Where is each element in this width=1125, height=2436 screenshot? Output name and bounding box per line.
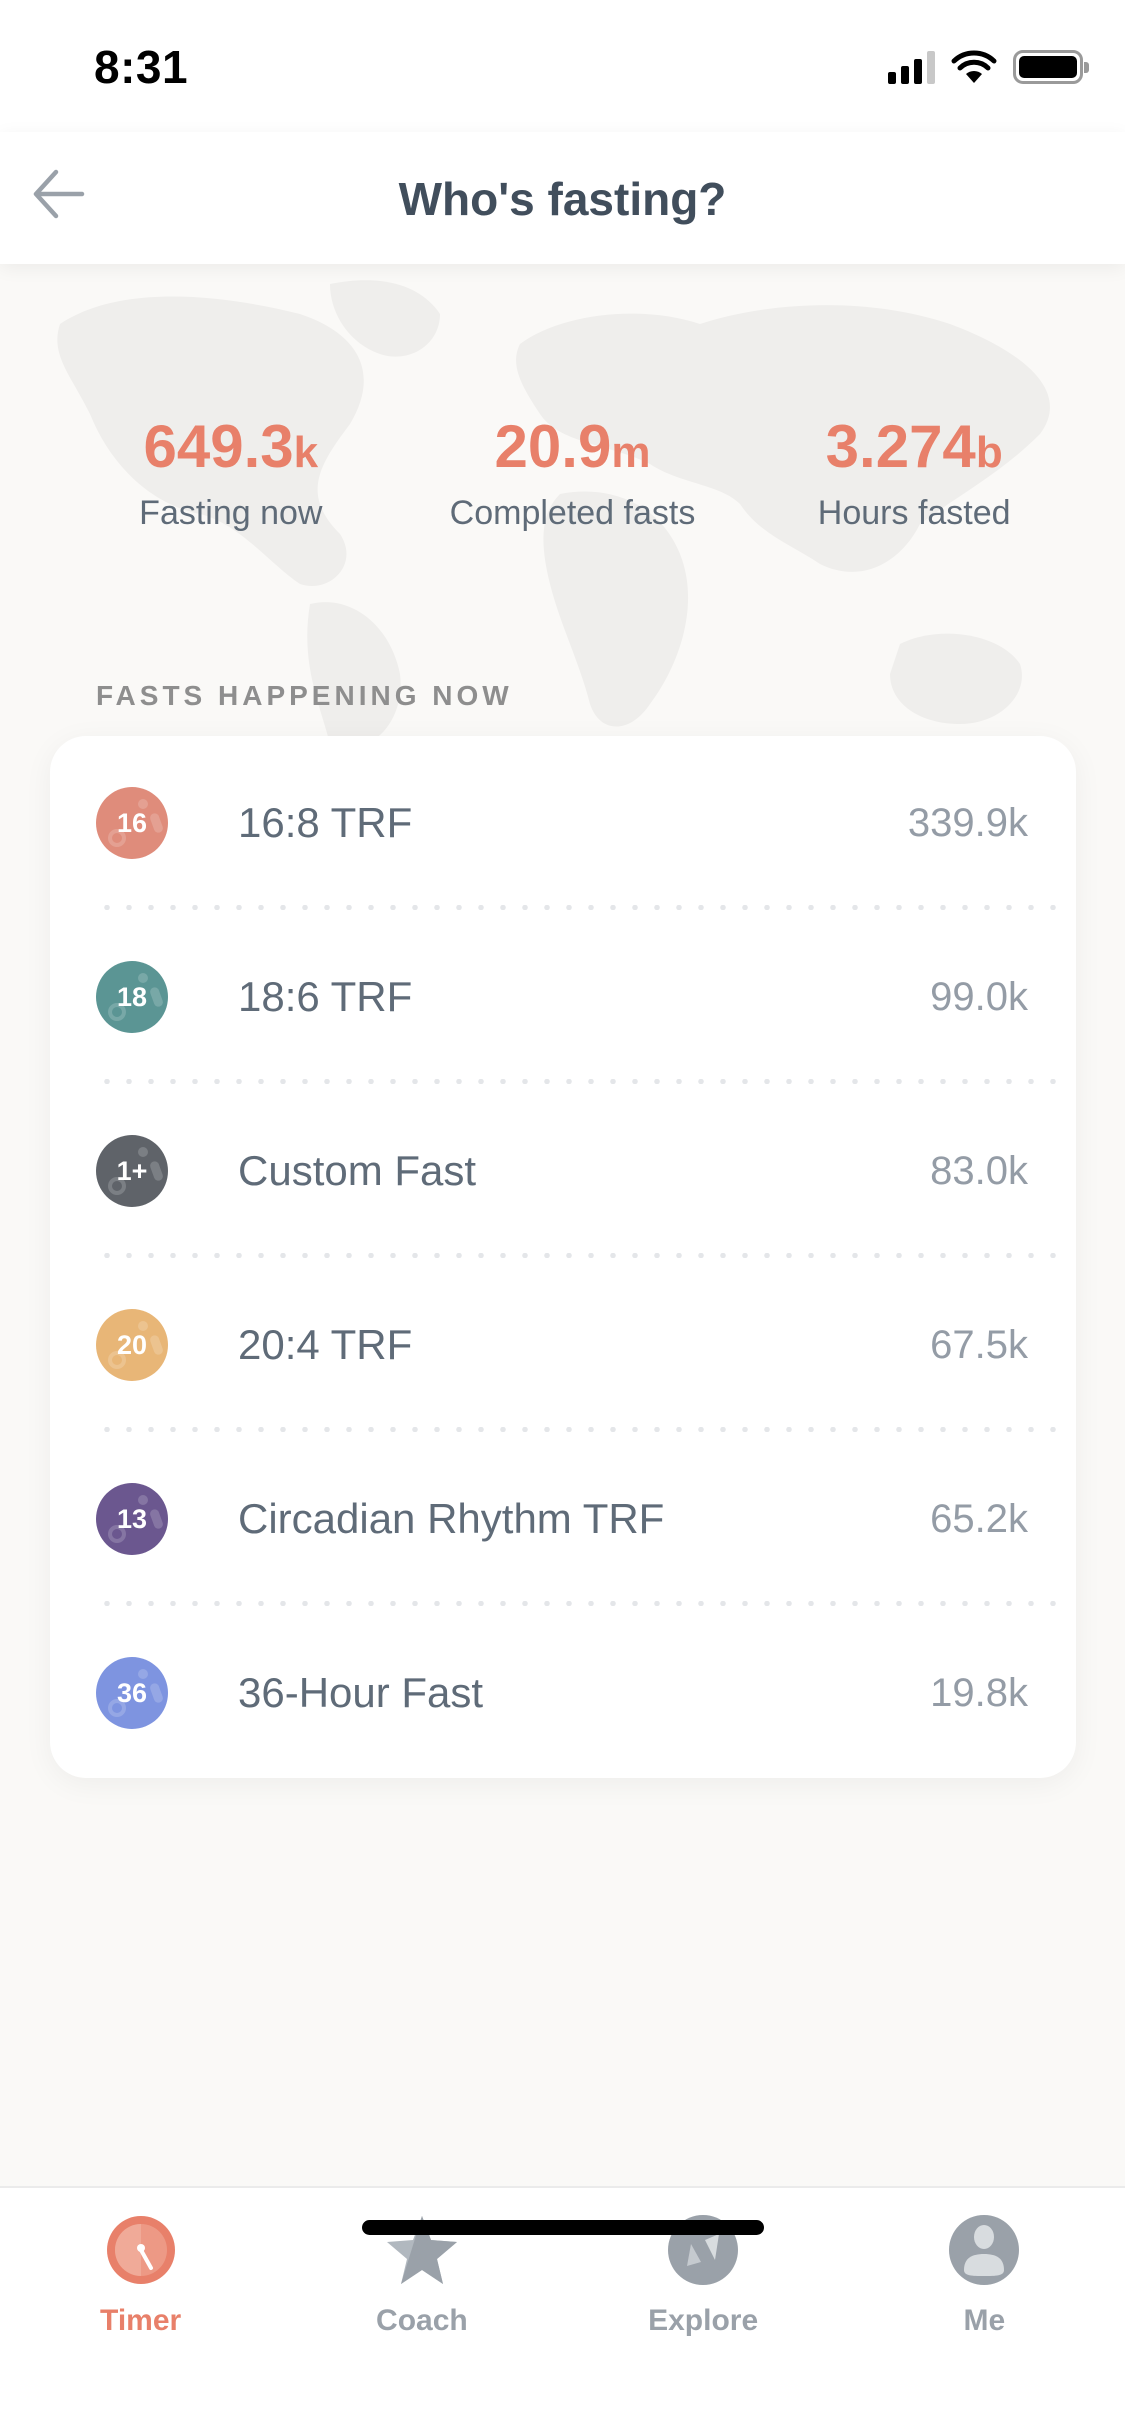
badge-number: 20 [116,1329,148,1360]
fast-row-18-6[interactable]: 18 18:6 TRF 99.0k [50,910,1076,1084]
fast-badge-icon: 36 [96,1657,168,1729]
section-title: FASTS HAPPENING NOW [96,680,513,711]
badge-number: 18 [116,981,148,1012]
fast-name: 16:8 TRF [238,799,413,846]
stat-value: 20.9 [494,413,612,480]
tab-label: Me [963,2304,1006,2337]
stat-label: Fasting now [139,494,323,532]
fast-count: 99.0k [930,974,1028,1019]
tab-label: Timer [100,2304,182,2337]
fast-name: Circadian Rhythm TRF [238,1495,665,1542]
fast-row-16-8[interactable]: 16 16:8 TRF 339.9k [50,736,1076,910]
fast-name: Custom Fast [238,1147,477,1194]
status-icons [888,50,1089,84]
fast-row-36-hour[interactable]: 36 36-Hour Fast 19.8k [50,1606,1076,1780]
wifi-icon [951,50,997,83]
status-time: 8:31 [94,41,189,93]
stats-row: 649.3k Fasting now 20.9m Completed fasts… [0,412,1125,533]
tab-explore[interactable]: Explore [563,2188,844,2338]
fast-name: 36-Hour Fast [238,1669,484,1716]
tab-me[interactable]: Me [844,2188,1125,2338]
stat-value: 649.3 [143,413,294,480]
stat-fasting-now: 649.3k Fasting now [0,412,402,533]
fast-name: 18:6 TRF [238,973,413,1020]
fast-count: 67.5k [930,1322,1028,1367]
fast-name: 20:4 TRF [238,1321,413,1368]
timer-icon [106,2216,175,2284]
fast-badge-icon: 16 [96,787,168,859]
tab-timer[interactable]: Timer [0,2188,281,2338]
stat-value: 3.274 [825,413,976,480]
home-indicator[interactable] [362,2220,764,2235]
fast-row-custom[interactable]: 1+ Custom Fast 83.0k [50,1084,1076,1258]
fast-count: 65.2k [930,1496,1028,1541]
stat-unit: b [975,428,1003,477]
tab-label: Explore [648,2304,759,2337]
status-bar: 8:31 [0,0,1125,132]
badge-number: 13 [116,1503,148,1534]
fast-badge-icon: 13 [96,1483,168,1555]
stat-label: Completed fasts [449,494,696,532]
stat-unit: m [611,428,651,477]
fast-row-20-4[interactable]: 20 20:4 TRF 67.5k [50,1258,1076,1432]
fast-count: 83.0k [930,1148,1028,1193]
fast-badge-icon: 18 [96,961,168,1033]
fast-badge-icon: 1+ [96,1135,168,1207]
nav-bar: Who's fasting? [0,132,1125,264]
fast-count: 19.8k [930,1670,1028,1715]
fast-badge-icon: 20 [96,1309,168,1381]
cellular-signal-icon [888,50,935,84]
badge-number: 1+ [116,1155,148,1186]
tab-coach[interactable]: Coach [281,2188,562,2338]
badge-number: 36 [116,1677,148,1708]
fasts-list-card: 16 16:8 TRF 339.9k 18 18:6 TRF 99.0k 1+ … [50,736,1076,1778]
stat-hours-fasted: 3.274b Hours fasted [743,412,1125,533]
fast-count: 339.9k [907,800,1028,845]
stat-label: Hours fasted [817,494,1011,532]
battery-icon [1013,50,1089,84]
person-icon [949,2215,1020,2285]
stat-unit: k [293,428,319,477]
page-title: Who's fasting? [398,173,727,225]
stat-completed-fasts: 20.9m Completed fasts [402,412,744,533]
badge-number: 16 [116,807,148,838]
tab-label: Coach [376,2304,468,2337]
fast-row-circadian[interactable]: 13 Circadian Rhythm TRF 65.2k [50,1432,1076,1606]
